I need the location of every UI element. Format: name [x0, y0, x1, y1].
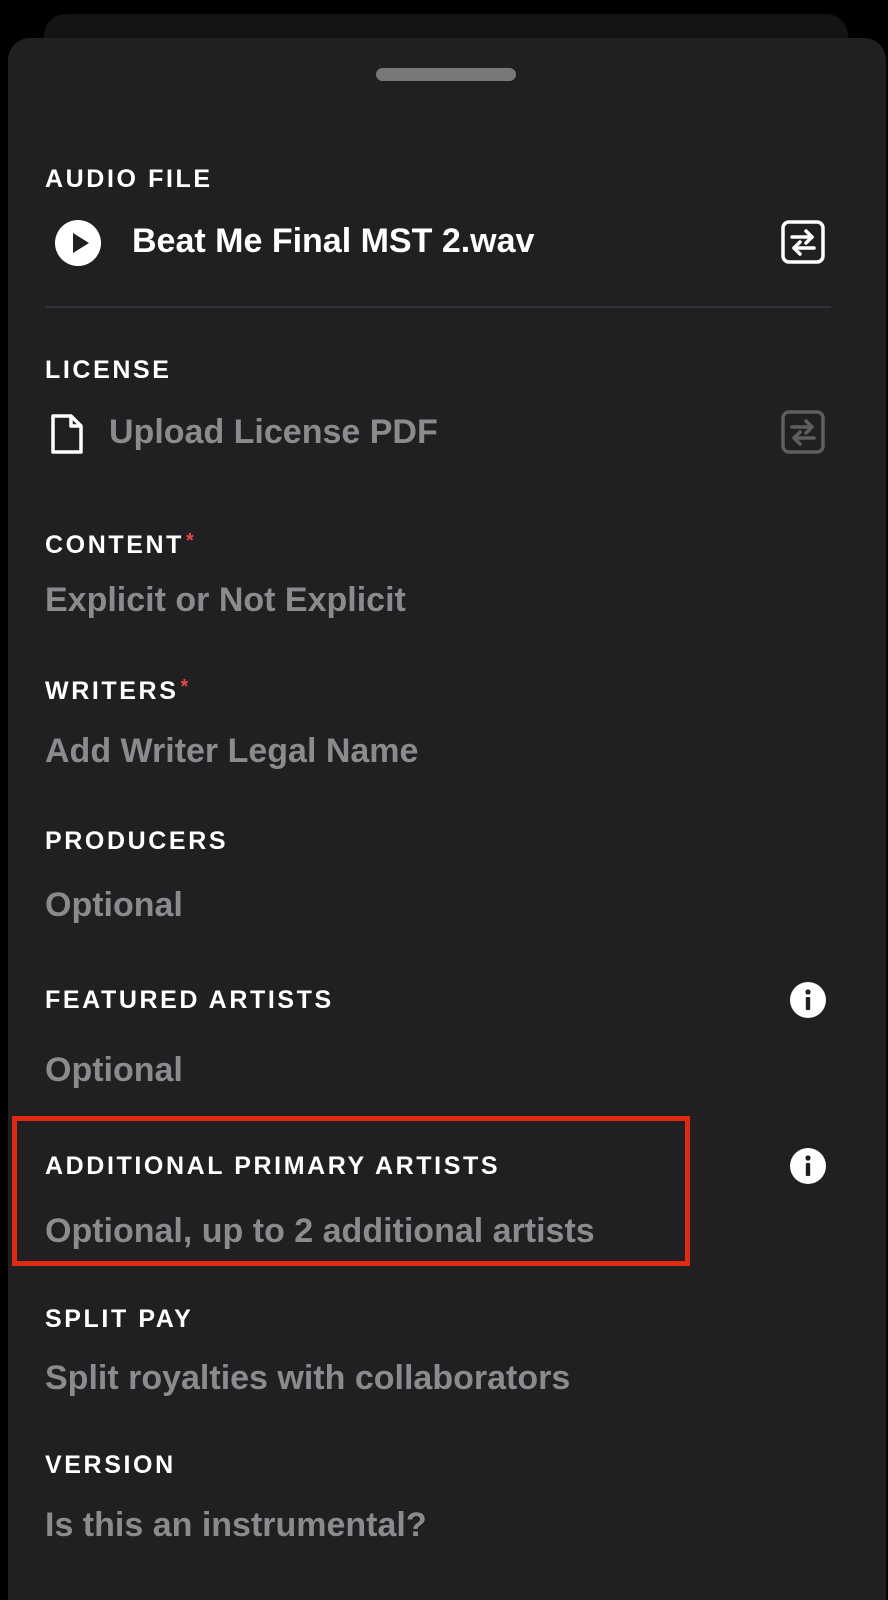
- play-icon[interactable]: [54, 219, 102, 267]
- upload-details-sheet: AUDIO FILE Beat Me Final MST 2.wav LICEN…: [8, 38, 886, 1600]
- audio-file-label: AUDIO FILE: [45, 165, 213, 193]
- writers-label-text: WRITERS: [45, 677, 179, 705]
- license-label: LICENSE: [45, 356, 172, 384]
- additional-primary-artists-label: ADDITIONAL PRIMARY ARTISTS: [45, 1152, 501, 1180]
- writers-label: WRITERS *: [45, 673, 191, 705]
- swap-icon: [781, 410, 825, 454]
- split-pay-label: SPLIT PAY: [45, 1305, 194, 1333]
- split-pay-field[interactable]: Split royalties with collaborators: [45, 1358, 570, 1398]
- section-divider: [45, 306, 831, 308]
- content-label: CONTENT *: [45, 527, 196, 559]
- document-icon: [51, 414, 83, 454]
- info-icon[interactable]: [789, 981, 827, 1019]
- info-icon[interactable]: [789, 1147, 827, 1185]
- required-mark: *: [180, 676, 191, 698]
- content-label-text: CONTENT: [45, 531, 185, 559]
- audio-file-name: Beat Me Final MST 2.wav: [132, 222, 535, 260]
- featured-artists-label: FEATURED ARTISTS: [45, 986, 334, 1014]
- swap-icon[interactable]: [780, 219, 826, 265]
- producers-field[interactable]: Optional: [45, 885, 183, 925]
- writers-field[interactable]: Add Writer Legal Name: [45, 731, 418, 771]
- additional-primary-artists-field[interactable]: Optional, up to 2 additional artists: [45, 1211, 595, 1251]
- content-field[interactable]: Explicit or Not Explicit: [45, 580, 406, 620]
- sheet-grabber[interactable]: [376, 68, 516, 81]
- version-field[interactable]: Is this an instrumental?: [45, 1505, 427, 1545]
- screen: AUDIO FILE Beat Me Final MST 2.wav LICEN…: [0, 0, 888, 1600]
- featured-artists-field[interactable]: Optional: [45, 1050, 183, 1090]
- producers-label: PRODUCERS: [45, 827, 229, 855]
- upload-license-button[interactable]: Upload License PDF: [109, 412, 438, 452]
- required-mark: *: [186, 530, 197, 552]
- version-label: VERSION: [45, 1451, 176, 1479]
